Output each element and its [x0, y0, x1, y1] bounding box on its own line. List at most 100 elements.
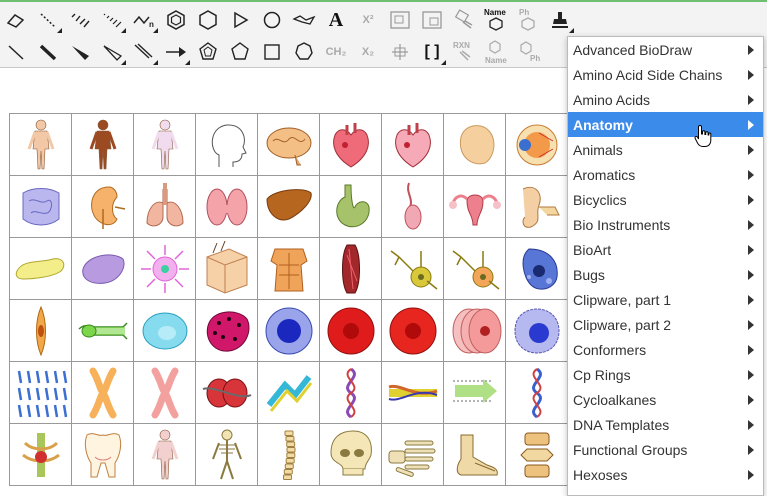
- menu-item-clipware-part-1[interactable]: Clipware, part 1: [568, 287, 763, 312]
- template-red-cell[interactable]: [320, 300, 382, 362]
- template-testis[interactable]: [382, 176, 444, 238]
- wedge-hash-tool[interactable]: [96, 5, 128, 35]
- text-tool[interactable]: A: [320, 5, 352, 35]
- template-vertebra[interactable]: [506, 424, 568, 486]
- clean-reaction-tool[interactable]: RXN: [448, 37, 480, 67]
- clean-tool[interactable]: [448, 5, 480, 35]
- cyclopropane-tool[interactable]: [224, 5, 256, 35]
- menu-item-bio-instruments[interactable]: Bio Instruments: [568, 212, 763, 237]
- template-foot-bones[interactable]: [444, 424, 506, 486]
- template-skin-section[interactable]: [196, 238, 258, 300]
- dashed-bond-tool[interactable]: [32, 5, 64, 35]
- template-karyotype[interactable]: [10, 362, 72, 424]
- template-head-outline[interactable]: [196, 114, 258, 176]
- chair-tool[interactable]: [288, 5, 320, 35]
- structure-to-name-tool[interactable]: Name: [480, 37, 512, 67]
- template-uterus[interactable]: [444, 176, 506, 238]
- cyclohexane-tool[interactable]: [192, 5, 224, 35]
- benzene-tool[interactable]: [160, 5, 192, 35]
- template-pancreas-organ[interactable]: [444, 114, 506, 176]
- template-spine[interactable]: [258, 424, 320, 486]
- template-skull[interactable]: [320, 424, 382, 486]
- eraser-tool[interactable]: [0, 5, 32, 35]
- menu-item-cycloalkanes[interactable]: Cycloalkanes: [568, 387, 763, 412]
- template-torso-muscles[interactable]: [258, 238, 320, 300]
- name-to-structure-tool[interactable]: Name: [480, 5, 512, 35]
- menu-item-cp-rings[interactable]: Cp Rings: [568, 362, 763, 387]
- cycloheptane-tool[interactable]: [288, 37, 320, 67]
- circle-tool[interactable]: [256, 5, 288, 35]
- template-chromosome-pink[interactable]: [134, 362, 196, 424]
- template-skeleton[interactable]: [196, 424, 258, 486]
- menu-item-advanced-biodraw[interactable]: Advanced BioDraw: [568, 37, 763, 62]
- template-spleen[interactable]: [72, 238, 134, 300]
- menu-item-amino-acid-side-chains[interactable]: Amino Acid Side Chains: [568, 62, 763, 87]
- menu-item-bugs[interactable]: Bugs: [568, 262, 763, 287]
- menu-item-bioart[interactable]: BioArt: [568, 237, 763, 262]
- template-chromosome-orange[interactable]: [72, 362, 134, 424]
- template-muscle-fiber[interactable]: [320, 238, 382, 300]
- template-kidney[interactable]: [72, 176, 134, 238]
- template-male-body[interactable]: [10, 114, 72, 176]
- template-eye[interactable]: [506, 114, 568, 176]
- menu-item-anatomy[interactable]: Anatomy: [568, 112, 763, 137]
- menu-item-hexoses[interactable]: Hexoses: [568, 462, 763, 487]
- template-lymphocyte[interactable]: [506, 300, 568, 362]
- menu-item-bicyclics[interactable]: Bicyclics: [568, 187, 763, 212]
- menu-item-clipware-part-2[interactable]: Clipware, part 2: [568, 312, 763, 337]
- template-female-body[interactable]: [134, 114, 196, 176]
- ch2-tool[interactable]: CH₂: [320, 37, 352, 67]
- template-liver[interactable]: [258, 176, 320, 238]
- template-mast-cell[interactable]: [134, 238, 196, 300]
- template-transcription[interactable]: [444, 362, 506, 424]
- template-nerve-cell-green[interactable]: [72, 300, 134, 362]
- menu-item-dna-templates[interactable]: DNA Templates: [568, 412, 763, 437]
- menu-item-animals[interactable]: Animals: [568, 137, 763, 162]
- phenyl-tool-2[interactable]: Ph: [512, 37, 544, 67]
- template-neuron[interactable]: [382, 238, 444, 300]
- template-red-cell-2[interactable]: [382, 300, 444, 362]
- template-circulatory-body[interactable]: [134, 424, 196, 486]
- template-male-muscle-body[interactable]: [72, 114, 134, 176]
- template-dna-ribbon[interactable]: [258, 362, 320, 424]
- chain-tool[interactable]: n: [128, 5, 160, 35]
- arrow-tool[interactable]: [160, 37, 192, 67]
- template-brain[interactable]: [258, 114, 320, 176]
- template-skeleton-torso[interactable]: [10, 424, 72, 486]
- template-secretory-cell[interactable]: [506, 238, 568, 300]
- template-red-blood-cells[interactable]: [444, 300, 506, 362]
- template-neuron-orange[interactable]: [444, 238, 506, 300]
- wedge-bond-tool[interactable]: [64, 37, 96, 67]
- cyclobutane-tool[interactable]: [256, 37, 288, 67]
- template-intestines[interactable]: [10, 176, 72, 238]
- template-fibroblast[interactable]: [10, 300, 72, 362]
- template-heart-pink[interactable]: [382, 114, 444, 176]
- center-tool[interactable]: [384, 37, 416, 67]
- hollow-wedge-tool[interactable]: [96, 37, 128, 67]
- template-dotted-cell[interactable]: [196, 300, 258, 362]
- menu-item-amino-acids[interactable]: Amino Acids: [568, 87, 763, 112]
- ungroup-tool[interactable]: [416, 5, 448, 35]
- bold-bond-tool[interactable]: [32, 37, 64, 67]
- template-dna-blue[interactable]: [506, 362, 568, 424]
- template-dna-strand[interactable]: [382, 362, 444, 424]
- superscript-tool[interactable]: X²: [352, 5, 384, 35]
- menu-item-functional-groups[interactable]: Functional Groups: [568, 437, 763, 462]
- template-thyroid[interactable]: [196, 176, 258, 238]
- single-bond-tool[interactable]: [0, 37, 32, 67]
- template-pancreas[interactable]: [10, 238, 72, 300]
- cyclopentane-tool[interactable]: [224, 37, 256, 67]
- template-hand-bones[interactable]: [382, 424, 444, 486]
- template-stomach[interactable]: [320, 176, 382, 238]
- phenyl-tool[interactable]: Ph: [512, 5, 544, 35]
- template-tooth[interactable]: [72, 424, 134, 486]
- group-tool[interactable]: [384, 5, 416, 35]
- template-heart-red[interactable]: [320, 114, 382, 176]
- template-blue-cell[interactable]: [258, 300, 320, 362]
- hashed-bond-tool[interactable]: [64, 5, 96, 35]
- menu-item-aromatics[interactable]: Aromatics: [568, 162, 763, 187]
- template-ear[interactable]: [506, 176, 568, 238]
- brackets-tool[interactable]: [ ]: [416, 37, 448, 67]
- multiple-bond-tool[interactable]: [128, 37, 160, 67]
- templates-tool[interactable]: [544, 5, 576, 35]
